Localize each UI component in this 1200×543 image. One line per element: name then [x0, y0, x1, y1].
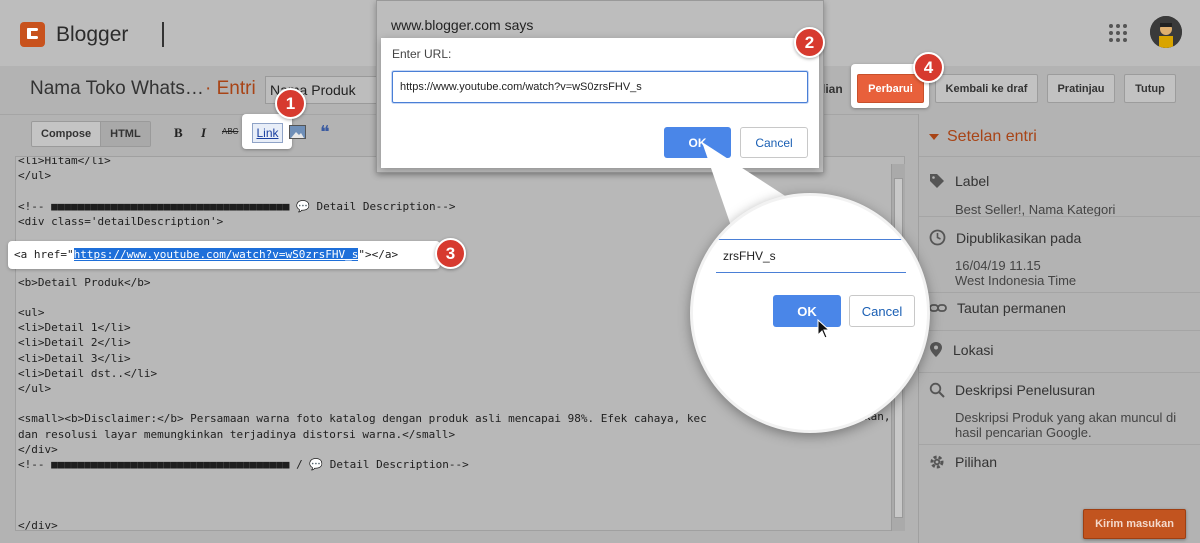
gear-icon [930, 455, 944, 469]
close-button[interactable]: Tutup [1124, 74, 1176, 103]
sidebar-item-published[interactable]: Dipublikasikan pada 16/04/19 11.15 West … [919, 216, 1200, 292]
code-line: <li>Detail 1</li> [18, 321, 131, 335]
magnifier-url-text: zrsFHV_s [723, 249, 776, 263]
label-icon [930, 174, 944, 188]
sidebar-item-labels[interactable]: Label Best Seller!, Nama Kategori [919, 156, 1200, 217]
send-feedback-button[interactable]: Kirim masukan [1083, 509, 1186, 539]
magnifier-cancel-button[interactable]: Cancel [849, 295, 915, 327]
clock-icon [929, 229, 946, 246]
anchor-code-line[interactable]: <a href="https://www.youtube.com/watch?v… [8, 241, 440, 269]
bold-icon[interactable]: B [174, 125, 183, 141]
blogger-logo-icon[interactable] [20, 22, 45, 47]
code-line: <li>Detail dst..</li> [18, 366, 158, 380]
anchor-prefix: <a href=" [14, 248, 74, 261]
search-icon [929, 382, 945, 398]
callout-3-badge: 3 [435, 238, 466, 269]
published-timezone: West Indonesia Time [955, 273, 1077, 288]
mode-switch: Compose HTML [31, 121, 151, 147]
dialog-title: www.blogger.com says [391, 17, 534, 33]
magnifier-input-bottom-border [716, 272, 906, 273]
apps-grid-icon[interactable] [1109, 24, 1127, 42]
labels-value: Best Seller!, Nama Kategori [955, 202, 1116, 217]
html-mode-button[interactable]: HTML [100, 122, 150, 146]
permalink-title: Tautan permanen [957, 300, 1066, 316]
callout-2-badge: 2 [794, 27, 825, 58]
code-line: </div> [18, 442, 58, 456]
italic-icon[interactable]: I [201, 125, 206, 141]
avatar[interactable] [1150, 16, 1182, 48]
post-settings-heading[interactable]: Setelan entri [929, 128, 1037, 146]
callout-4-badge: 4 [913, 52, 944, 83]
section-label: · Entri [205, 78, 256, 99]
anchor-url-selection[interactable]: https://www.youtube.com/watch?v=wS0zrsFH… [73, 248, 359, 261]
code-line: <!-- ■■■■■■■■■■■■■■■■■■■■■■■■■■■■■■■■■■■… [18, 458, 469, 472]
post-settings-sidebar: Setelan entri Label Best Seller!, Nama K… [918, 114, 1200, 543]
preview-button[interactable]: Pratinjau [1047, 74, 1115, 103]
mouse-cursor-icon [817, 319, 831, 339]
url-input[interactable] [392, 71, 808, 103]
link-icon [929, 304, 947, 312]
sidebar-item-options[interactable]: Pilihan [919, 444, 1200, 488]
header-divider [162, 22, 164, 47]
post-settings-title: Setelan entri [947, 128, 1037, 145]
location-pin-icon [930, 342, 942, 357]
code-line: <li>Detail 2</li> [18, 336, 131, 350]
callout-1-badge: 1 [275, 88, 306, 119]
location-title: Lokasi [953, 341, 994, 358]
compose-mode-button[interactable]: Compose [32, 122, 101, 146]
app-name: Blogger [56, 23, 129, 46]
image-icon[interactable] [289, 125, 306, 139]
sidebar-item-permalink[interactable]: Tautan permanen [919, 292, 1200, 330]
anchor-suffix: "></a> [358, 248, 399, 261]
code-line: <ul> [18, 306, 45, 320]
code-content[interactable]: <li>Hitam</li> </ul> <!-- ■■■■■■■■■■■■■■■… [18, 157, 707, 531]
magnifier-input-top-border [716, 239, 906, 240]
quote-icon[interactable]: ❝ [320, 122, 330, 143]
search-description-line1: Deskripsi Produk yang akan muncul di [955, 410, 1177, 425]
code-line: <div class='detailDescription'> [18, 214, 224, 228]
code-line: </ul> [18, 382, 52, 396]
blog-title[interactable]: Nama Toko Whats… [30, 78, 204, 100]
options-title: Pilihan [955, 454, 998, 470]
link-button[interactable]: Link [252, 123, 283, 143]
code-line: dan resolusi layar memungkinkan terjadin… [18, 427, 456, 441]
search-description-title: Deskripsi Penelusuran [955, 382, 1096, 398]
published-title: Dipublikasikan pada [956, 229, 1082, 246]
publish-button[interactable]: Perbarui [857, 74, 924, 103]
code-line: </div> [18, 518, 58, 531]
sidebar-item-location[interactable]: Lokasi [919, 330, 1200, 372]
revert-draft-button[interactable]: Kembali ke draf [935, 74, 1038, 103]
code-line: <b>Detail Produk</b> [18, 275, 151, 289]
published-date: 16/04/19 11.15 [955, 258, 1041, 273]
dialog-label: Enter URL: [392, 47, 452, 61]
strikethrough-icon[interactable]: ABC [222, 127, 238, 136]
code-line: <small><b>Disclaimer:</b> Persamaan warn… [18, 412, 707, 426]
code-line: <!-- ■■■■■■■■■■■■■■■■■■■■■■■■■■■■■■■■■■■… [18, 199, 456, 213]
sidebar-item-search-description[interactable]: Deskripsi Penelusuran Deskripsi Produk y… [919, 372, 1200, 444]
code-line: <li>Detail 3</li> [18, 351, 131, 365]
search-description-line2: hasil pencarian Google. [955, 425, 1092, 440]
labels-title: Label [955, 173, 990, 189]
zoom-magnifier: zrsFHV_s OK Cancel [690, 193, 930, 433]
caret-down-icon [929, 133, 939, 140]
